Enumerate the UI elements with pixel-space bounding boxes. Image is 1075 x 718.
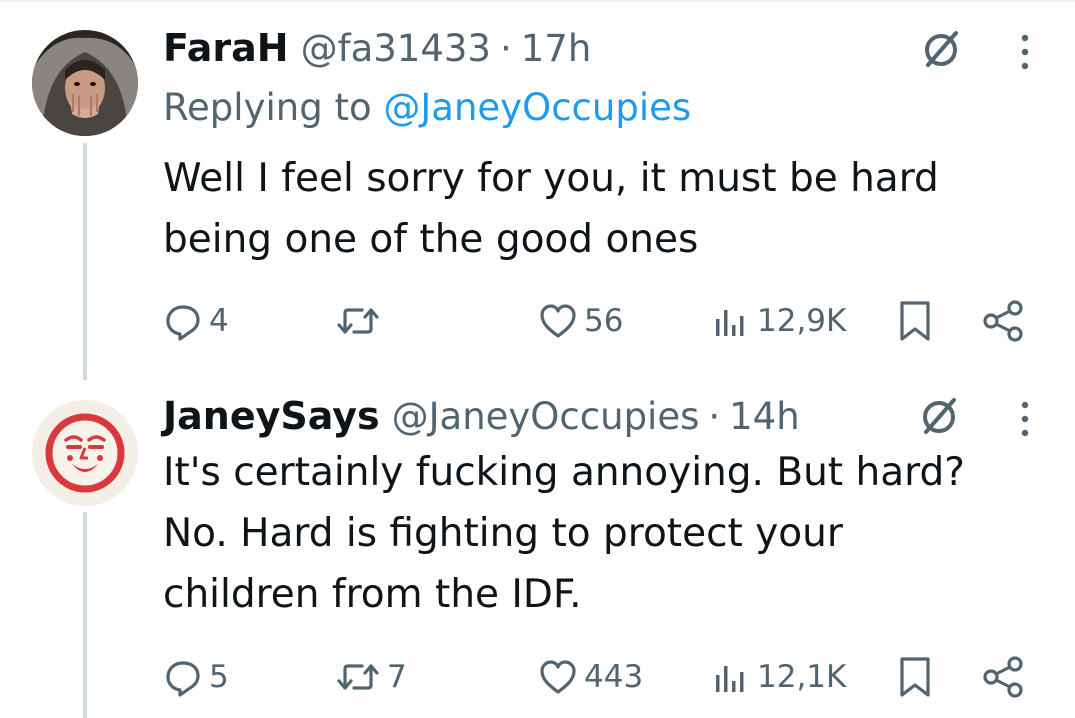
avatar-farah[interactable] bbox=[32, 30, 138, 136]
like-count: 56 bbox=[584, 303, 624, 339]
share-button[interactable] bbox=[981, 296, 1027, 346]
more-icon[interactable] bbox=[1018, 397, 1032, 441]
thread-line bbox=[83, 143, 87, 380]
reply-button[interactable]: 4 bbox=[163, 296, 229, 346]
bookmark-icon bbox=[900, 657, 930, 697]
thread-line bbox=[83, 512, 87, 718]
like-count: 443 bbox=[584, 659, 644, 695]
display-name[interactable]: FaraH bbox=[163, 26, 289, 70]
separator-dot: · bbox=[499, 26, 512, 70]
bookmark-icon bbox=[900, 301, 930, 341]
timestamp[interactable]: 17h bbox=[521, 27, 592, 70]
replying-to: Replying to @JaneyOccupies bbox=[163, 86, 691, 129]
tweet-text-line: No. Hard is fighting to protect your bbox=[163, 511, 843, 556]
views-button[interactable]: 12,1K bbox=[711, 652, 846, 702]
action-bar: 4 56 12,9K bbox=[163, 296, 1033, 346]
display-name[interactable]: JaneySays bbox=[163, 394, 380, 438]
avatar-janeysays[interactable] bbox=[32, 400, 138, 506]
tweet-header: JaneySays @JaneyOccupies · 14h bbox=[163, 392, 800, 440]
handle[interactable]: @fa31433 bbox=[301, 27, 491, 70]
tweet-text: Well I feel sorry for you, it must be ha… bbox=[163, 148, 1043, 270]
reply-count: 4 bbox=[209, 303, 229, 339]
share-button[interactable] bbox=[981, 652, 1027, 702]
like-button[interactable]: 443 bbox=[538, 652, 643, 702]
tweet-header: FaraH @fa31433 · 17h bbox=[163, 24, 591, 72]
tweet-text-line: It's certainly fucking annoying. But har… bbox=[163, 450, 965, 495]
grok-icon[interactable] bbox=[918, 394, 962, 438]
bookmark-button[interactable] bbox=[895, 296, 935, 346]
action-bar: 5 7 443 12,1K bbox=[163, 652, 1033, 702]
like-button[interactable]: 56 bbox=[538, 296, 623, 346]
views-button[interactable]: 12,9K bbox=[711, 296, 846, 346]
retweet-icon bbox=[337, 664, 379, 690]
tweet-1[interactable]: FaraH @fa31433 · 17h Replying to @JaneyO… bbox=[0, 0, 1075, 380]
reply-button[interactable]: 5 bbox=[163, 652, 229, 702]
views-icon bbox=[716, 310, 744, 336]
tweet-text-line: children from the IDF. bbox=[163, 572, 582, 617]
views-count: 12,1K bbox=[757, 659, 847, 695]
handle[interactable]: @JaneyOccupies bbox=[392, 395, 700, 438]
replying-mention[interactable]: @JaneyOccupies bbox=[383, 86, 691, 129]
retweet-button[interactable]: 7 bbox=[335, 652, 407, 702]
retweet-count: 7 bbox=[387, 659, 407, 695]
more-icon[interactable] bbox=[1018, 30, 1032, 74]
reply-icon bbox=[166, 661, 200, 697]
views-icon bbox=[716, 666, 744, 692]
share-icon bbox=[983, 656, 1023, 698]
bookmark-button[interactable] bbox=[895, 652, 935, 702]
tweet-2[interactable]: JaneySays @JaneyOccupies · 14h It's cert… bbox=[0, 380, 1075, 718]
share-icon bbox=[983, 300, 1023, 342]
replying-prefix: Replying to bbox=[163, 86, 372, 129]
tweet-text-line: Well I feel sorry for you, it must be ha… bbox=[163, 156, 939, 201]
separator-dot: · bbox=[708, 394, 721, 438]
retweet-button[interactable] bbox=[335, 296, 387, 346]
like-icon bbox=[540, 304, 576, 338]
retweet-icon bbox=[337, 308, 379, 334]
tweet-text-line: being one of the good ones bbox=[163, 217, 699, 262]
timestamp[interactable]: 14h bbox=[729, 395, 800, 438]
reply-icon bbox=[166, 305, 200, 341]
like-icon bbox=[540, 660, 576, 694]
grok-icon[interactable] bbox=[920, 27, 964, 71]
tweet-text: It's certainly fucking annoying. But har… bbox=[163, 442, 1043, 625]
reply-count: 5 bbox=[209, 659, 229, 695]
views-count: 12,9K bbox=[757, 303, 847, 339]
